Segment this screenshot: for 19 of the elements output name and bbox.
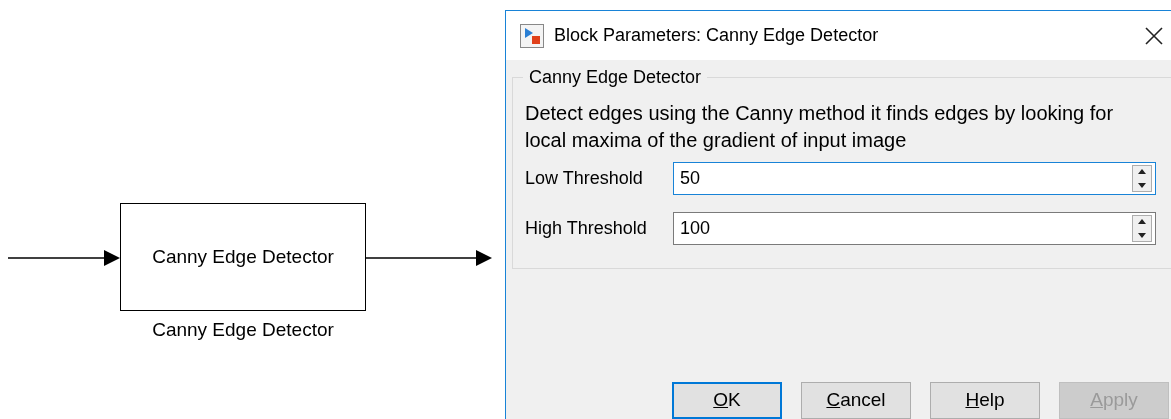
block[interactable]: Canny Edge Detector (120, 203, 366, 311)
dialog-button[interactable]: Help (930, 382, 1040, 419)
spin-field[interactable]: 50 (673, 162, 1156, 195)
block-icon (520, 23, 544, 48)
field-label: Low Threshold (525, 167, 644, 190)
spinner[interactable] (1132, 165, 1152, 192)
spinner[interactable] (1132, 215, 1152, 242)
dialog-button[interactable]: OK (672, 382, 782, 419)
down-arrow-icon (1138, 233, 1146, 238)
dialog-button[interactable]: Cancel (801, 382, 911, 419)
window-title: Block Parameters: Canny Edge Detector (554, 24, 879, 47)
up-arrow-icon (1138, 169, 1146, 174)
description: Detect edges using the Canny method it finds edges by looking for local maxima of the gradient of input image (525, 101, 1115, 153)
up-arrow-icon (1138, 219, 1146, 224)
block-label: Canny Edge Detector (151, 318, 335, 342)
field-label: High Threshold (525, 217, 648, 240)
down-arrow-icon (1138, 183, 1146, 188)
close-icon (1145, 26, 1163, 45)
spin-field[interactable]: 100 (673, 212, 1156, 245)
